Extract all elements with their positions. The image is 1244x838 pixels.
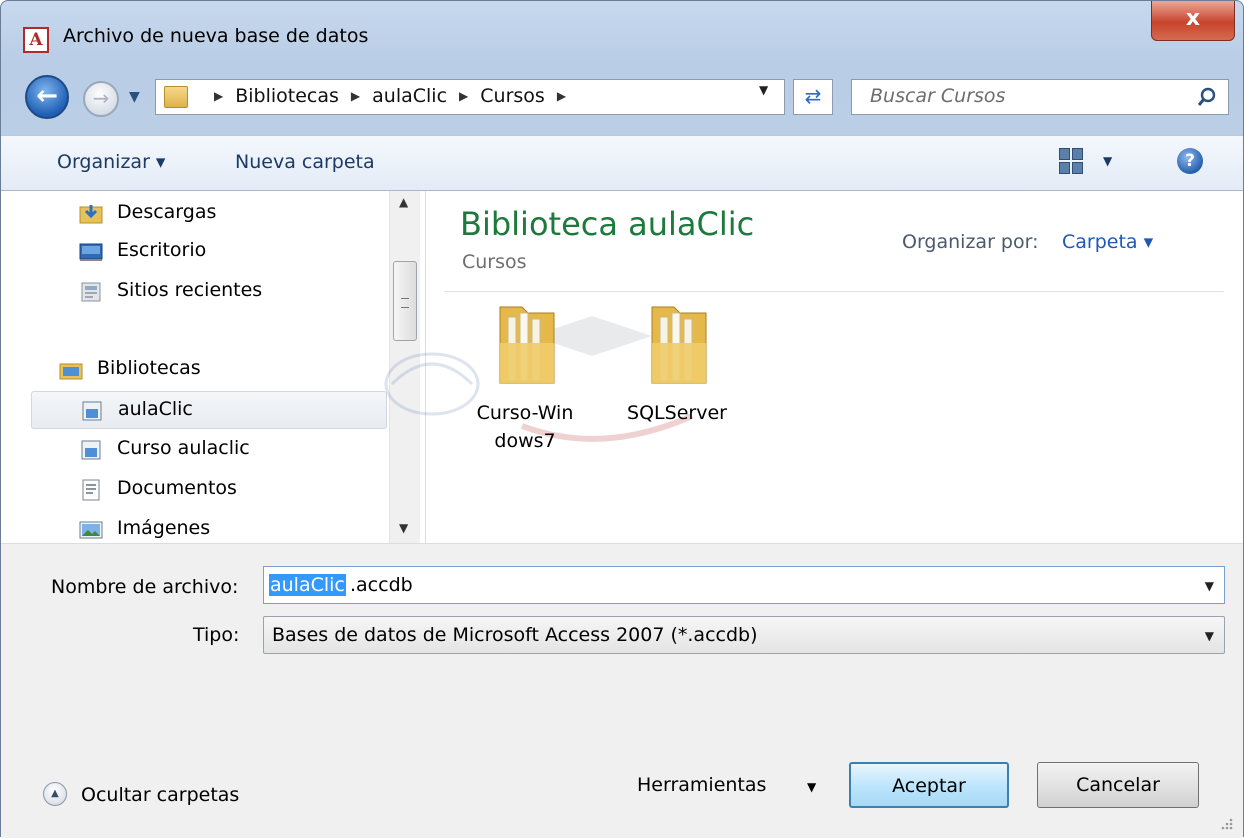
tools-dropdown-icon[interactable]: ▼ [807, 780, 816, 794]
sidebar-item-descargas[interactable]: Descargas [31, 195, 387, 233]
folder-label: SQLServer [612, 399, 742, 427]
sidebar-item-documentos[interactable]: Documentos [31, 471, 387, 509]
sidebar-item-bibliotecas[interactable]: Bibliotecas [11, 351, 367, 389]
file-type-label: Tipo: [193, 624, 240, 646]
navigation-bar: ← → ▼ ▶ Bibliotecas ▶ aulaClic ▶ Cursos ▶ ▼ ⇄ … [1, 69, 1243, 125]
folder-item[interactable]: Curso-Win dows7 [460, 303, 590, 453]
sidebar-scrollbar[interactable]: ▲ ▼ [389, 191, 420, 543]
sidebar-item-curso-aulaclic[interactable]: Curso aulaclic [31, 431, 387, 469]
folder-icon [651, 306, 707, 384]
pictures-icon [79, 521, 103, 539]
grip-icon [401, 298, 409, 308]
scroll-up-icon[interactable]: ▲ [399, 195, 408, 209]
documents-icon [82, 479, 100, 501]
chevron-right-icon: ▶ [214, 89, 224, 103]
history-dropdown-icon[interactable]: ▼ [129, 89, 140, 105]
sidebar-item-label: Bibliotecas [97, 357, 201, 379]
divider [444, 291, 1224, 292]
filename-extension: .accdb [350, 574, 413, 596]
chevron-down-icon[interactable]: ▼ [1205, 579, 1214, 593]
help-button[interactable]: ? [1177, 148, 1203, 174]
breadcrumb-item[interactable]: Cursos [480, 85, 545, 107]
chevron-up-icon: ▲ [43, 782, 67, 806]
sidebar-item-label: Escritorio [117, 239, 207, 261]
arrange-by-dropdown[interactable]: Carpeta ▾ [1062, 231, 1153, 253]
breadcrumb-item[interactable]: aulaClic [372, 85, 447, 107]
library-title: Biblioteca aulaClic [460, 205, 755, 243]
sidebar-item-imagenes[interactable]: Imágenes [31, 511, 387, 543]
command-toolbar: Organizar ▾ Nueva carpeta ▼ ? [1, 135, 1243, 191]
filename-label: Nombre de archivo: [51, 576, 239, 598]
file-type-value: Bases de datos de Microsoft Access 2007 … [272, 624, 758, 646]
search-input[interactable]: Buscar Cursos [851, 79, 1229, 115]
filename-selected-text: aulaClic [269, 574, 346, 596]
accept-button[interactable]: Aceptar [849, 762, 1009, 808]
new-folder-button[interactable]: Nueva carpeta [235, 151, 375, 173]
organize-menu-button[interactable]: Organizar ▾ [57, 151, 165, 173]
chevron-right-icon[interactable]: ▶ [557, 89, 566, 103]
close-button[interactable]: x [1151, 1, 1235, 41]
file-list-pane[interactable]: Biblioteca aulaClic Cursos Organizar por… [384, 191, 1243, 543]
recent-places-icon [81, 282, 101, 302]
back-button[interactable]: ← [25, 75, 69, 119]
chevron-down-icon[interactable]: ▼ [1205, 629, 1214, 643]
address-dropdown-icon[interactable]: ▼ [759, 83, 768, 97]
folder-label-line: dows7 [494, 430, 556, 452]
filename-field[interactable]: aulaClic .accdb ▼ [263, 566, 1225, 604]
chevron-right-icon[interactable]: ▶ [351, 89, 360, 103]
sidebar-item-escritorio[interactable]: Escritorio [31, 233, 387, 271]
sidebar-item-label: Sitios recientes [117, 279, 263, 301]
downloads-folder-icon [79, 205, 103, 224]
title-bar[interactable]: A Archivo de nueva base de datos x [1, 1, 1243, 67]
search-icon[interactable] [1196, 86, 1218, 108]
folder-icon [164, 86, 188, 108]
sidebar-item-aulaclic[interactable]: aulaClic [31, 391, 387, 429]
access-app-icon: A [23, 27, 49, 53]
libraries-icon [59, 363, 83, 380]
tools-menu-button[interactable]: Herramientas [637, 774, 766, 796]
folder-item[interactable]: SQLServer [612, 303, 742, 453]
file-type-select[interactable]: Bases de datos de Microsoft Access 2007 … [263, 616, 1225, 654]
sidebar-item-label: Imágenes [117, 517, 211, 539]
library-icon [82, 401, 102, 421]
folder-icon [499, 306, 555, 384]
hide-folders-label: Ocultar carpetas [81, 784, 240, 806]
sidebar-item-label: Curso aulaclic [117, 437, 250, 459]
folder-label-line: SQLServer [627, 402, 727, 424]
folder-label-line: Curso-Win [476, 402, 574, 424]
desktop-icon [79, 243, 103, 261]
window-title: Archivo de nueva base de datos [63, 25, 369, 47]
resize-grip-icon[interactable] [1219, 816, 1233, 830]
dialog-window: A Archivo de nueva base de datos x ← → ▼… [0, 0, 1244, 838]
sidebar-item-label: Documentos [117, 477, 237, 499]
sidebar-item-sitios-recientes[interactable]: Sitios recientes [31, 273, 387, 311]
search-placeholder: Buscar Cursos [870, 85, 1006, 107]
refresh-button[interactable]: ⇄ [793, 79, 833, 115]
navigation-pane: Descargas Escritorio Sitios recientes Bi… [1, 191, 426, 543]
library-icon [81, 440, 101, 460]
cancel-button[interactable]: Cancelar [1037, 762, 1199, 808]
scrollbar-thumb[interactable] [393, 261, 417, 341]
change-view-icon[interactable] [1059, 148, 1083, 174]
dialog-footer: Nombre de archivo: aulaClic .accdb ▼ Tip… [1, 543, 1243, 838]
sidebar-item-label: aulaClic [118, 398, 193, 420]
library-subtitle: Cursos [462, 251, 527, 273]
chevron-right-icon[interactable]: ▶ [459, 89, 468, 103]
scroll-down-icon[interactable]: ▼ [399, 521, 408, 535]
address-bar[interactable]: ▶ Bibliotecas ▶ aulaClic ▶ Cursos ▶ [155, 79, 785, 115]
arrange-by-label: Organizar por: [902, 231, 1039, 253]
sidebar-item-label: Descargas [117, 201, 217, 223]
breadcrumb-item[interactable]: Bibliotecas [235, 85, 339, 107]
breadcrumb: ▶ Bibliotecas ▶ aulaClic ▶ Cursos ▶ [202, 85, 578, 107]
folder-label: Curso-Win dows7 [460, 399, 590, 455]
view-dropdown-icon[interactable]: ▼ [1103, 154, 1112, 168]
forward-button[interactable]: → [83, 81, 119, 117]
